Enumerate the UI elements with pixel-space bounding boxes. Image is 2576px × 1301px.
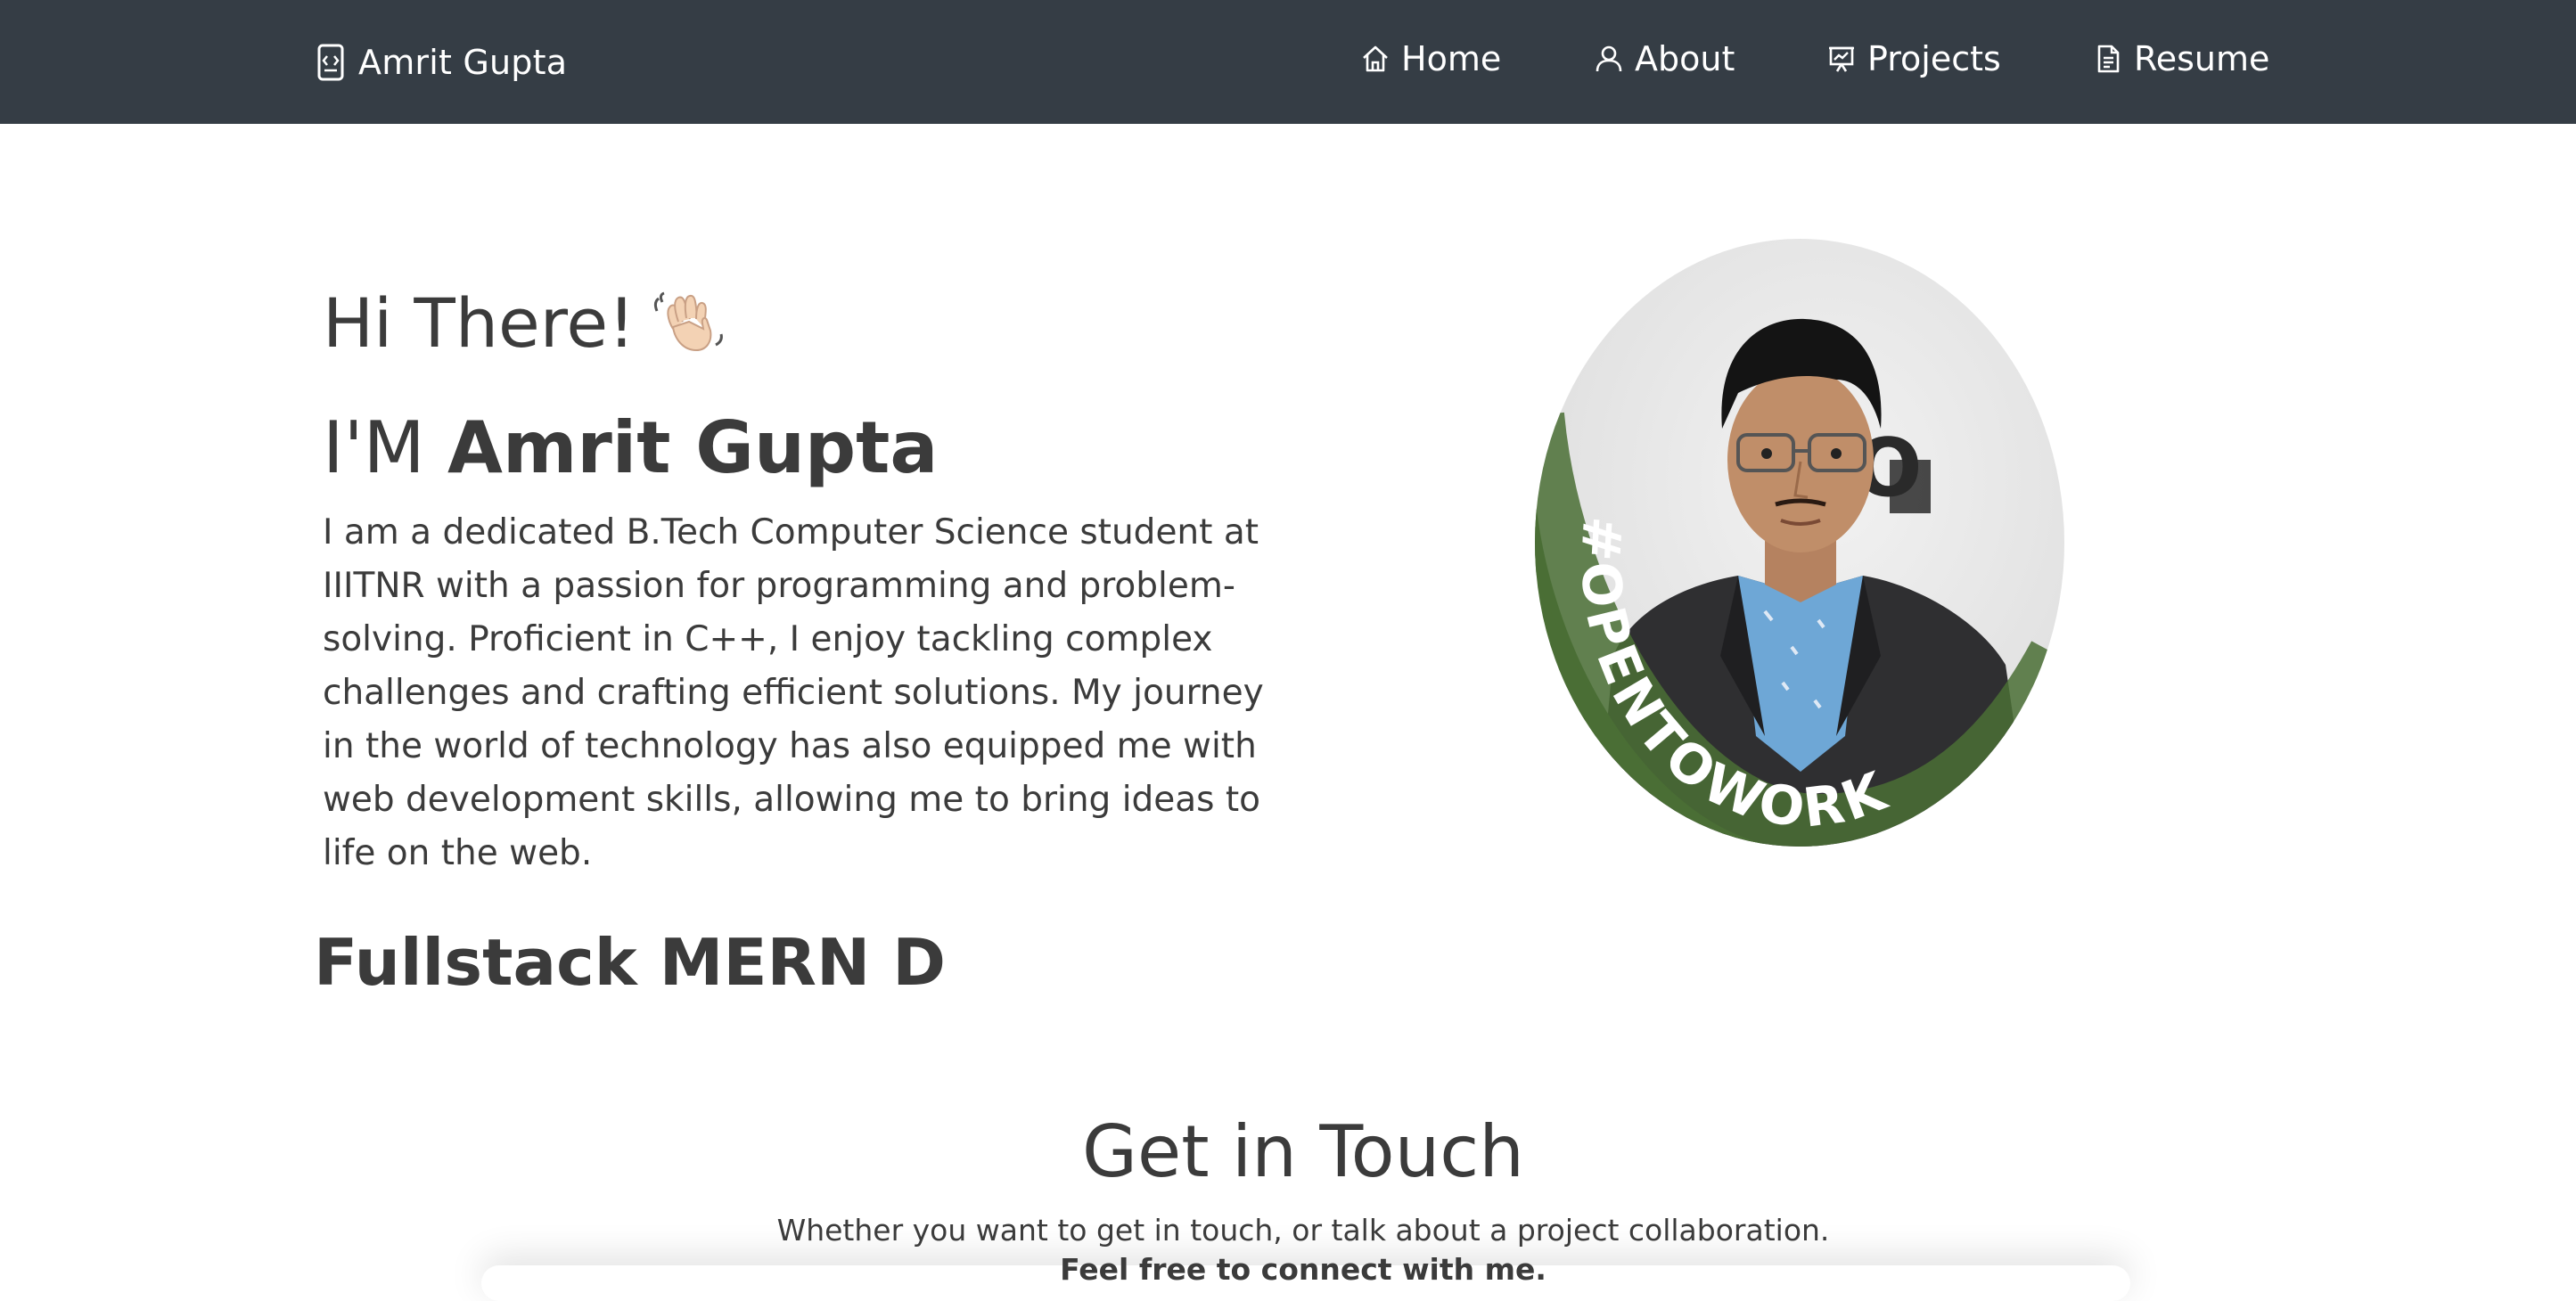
greeting-heading: Hi There! [323, 278, 726, 367]
contact-subtitle: Whether you want to get in touch, or tal… [776, 1213, 1830, 1248]
intro-heading: I'M Amrit Gupta [323, 399, 938, 497]
top-navbar: Amrit Gupta Home About Projects Resume [0, 0, 2576, 124]
hero-name: Amrit Gupta [447, 406, 939, 489]
brand-link[interactable]: Amrit Gupta [316, 39, 567, 86]
nav-about-label: About [1635, 39, 1735, 78]
nav-resume-link[interactable]: Resume [2093, 34, 2269, 84]
nav-projects-label: Projects [1867, 39, 2001, 78]
greeting-text: Hi There! [323, 282, 636, 363]
contact-subtitle-2: Feel free to connect with me. [1060, 1252, 1546, 1287]
contact-title: Get in Touch [1082, 1110, 1524, 1193]
intro-prefix: I'M [323, 406, 425, 489]
profile-avatar: O #OPENTOWORK [1533, 237, 2066, 848]
nav-about-link[interactable]: About [1594, 34, 1735, 84]
brand-name: Amrit Gupta [358, 43, 568, 82]
waving-hand-icon [653, 286, 726, 359]
typewriter-role-text: Fullstack MERN D [314, 925, 947, 1000]
home-icon [1360, 44, 1391, 74]
nav-resume-label: Resume [2134, 39, 2270, 78]
presentation-icon [1826, 44, 1857, 74]
document-icon [2093, 44, 2123, 74]
user-icon [1594, 44, 1624, 74]
nav-home-label: Home [1401, 39, 1502, 78]
nav-home-link[interactable]: Home [1360, 34, 1501, 84]
code-file-icon [316, 44, 346, 81]
nav-projects-link[interactable]: Projects [1826, 34, 2001, 84]
bio-paragraph: I am a dedicated B.Tech Computer Science… [323, 512, 1264, 873]
